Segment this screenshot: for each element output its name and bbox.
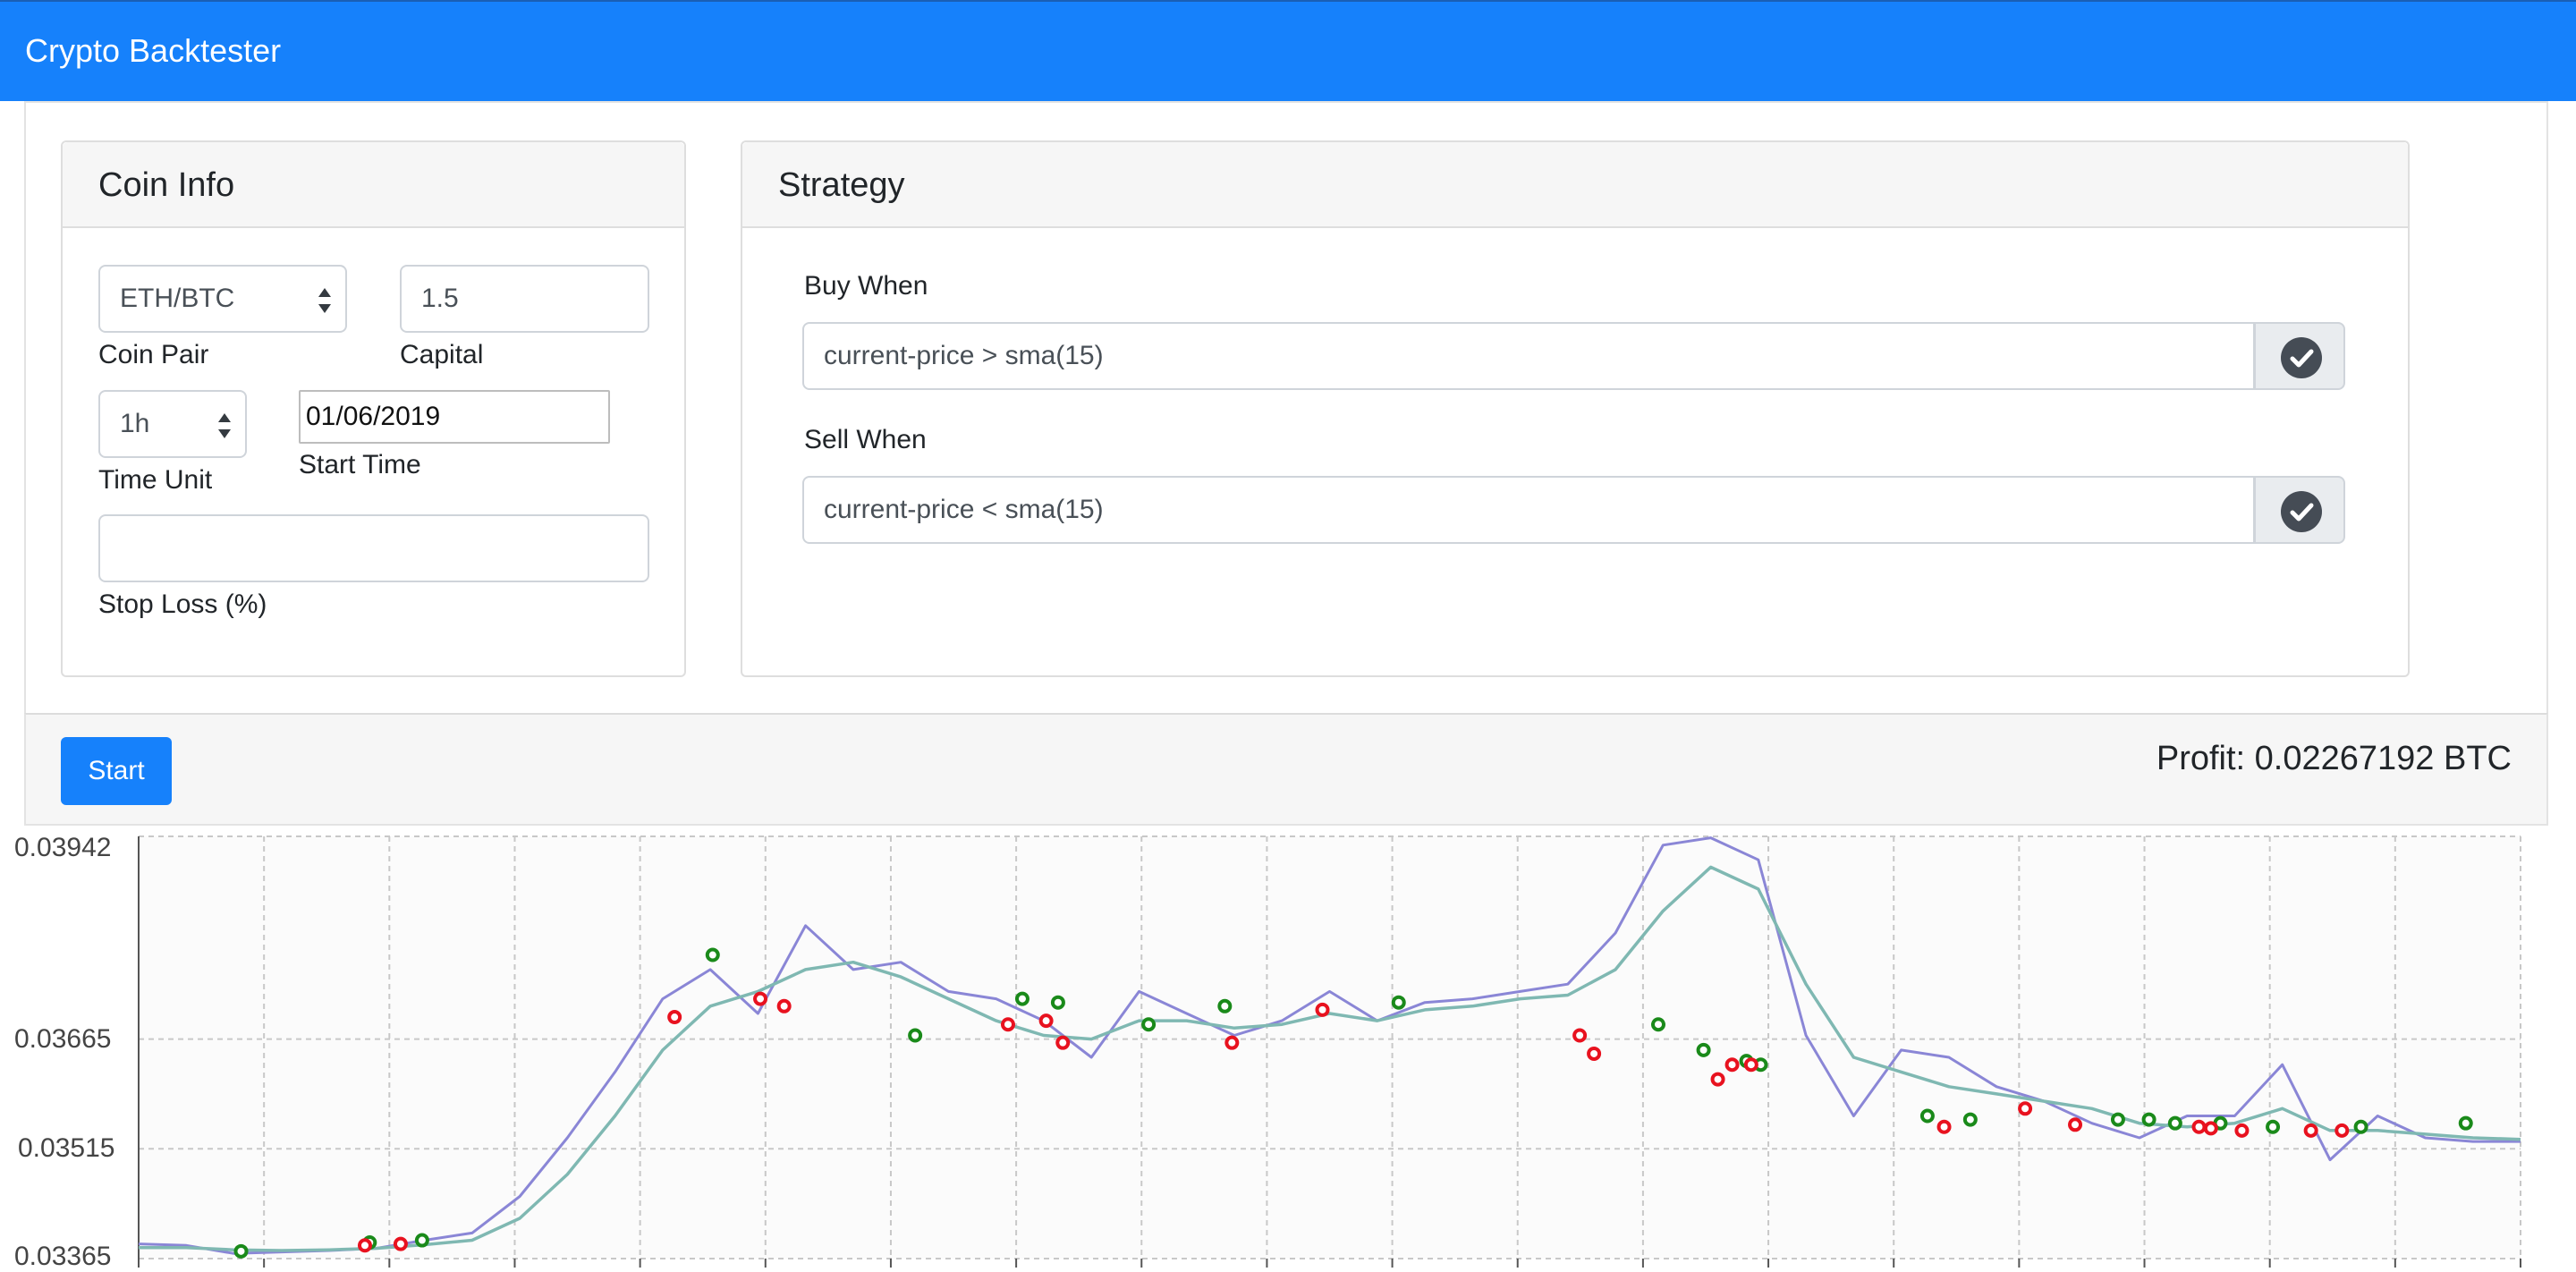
sell-signal-marker	[1038, 1013, 1054, 1029]
sell-signal-marker	[2203, 1121, 2218, 1136]
buy-signal-marker	[2110, 1112, 2125, 1127]
sell-signal-marker	[776, 998, 792, 1013]
sell-signal-marker	[1587, 1046, 1602, 1061]
start-time-input[interactable]: 01/06/2019	[299, 390, 610, 444]
start-time-value: 01/06/2019	[306, 402, 441, 431]
buy-signal-marker	[1050, 995, 1065, 1010]
buy-signal-marker	[1696, 1042, 1711, 1057]
sell-signal-marker	[1710, 1072, 1725, 1087]
buy-signal-marker	[1391, 995, 1406, 1010]
buy-signal-marker	[1650, 1017, 1665, 1032]
time-unit-label: Time Unit	[98, 465, 213, 495]
buy-condition-input[interactable]: current-price > sma(15)	[802, 322, 2255, 390]
sell-signal-marker	[1936, 1119, 1952, 1134]
buy-signal-marker	[2353, 1119, 2368, 1134]
check-circle-icon	[2281, 337, 2322, 378]
time-unit-value: 1h	[120, 409, 150, 438]
sell-signal-marker	[2234, 1123, 2250, 1138]
buy-signal-marker	[705, 947, 720, 962]
start-time-label: Start Time	[299, 450, 421, 479]
sell-signal-marker	[393, 1236, 408, 1251]
validate-sell-button[interactable]	[2254, 476, 2345, 544]
capital-label: Capital	[400, 340, 484, 369]
sell-signal-marker	[1724, 1057, 1740, 1073]
select-arrows-icon	[318, 288, 331, 313]
buy-signal-marker	[414, 1233, 429, 1248]
coin-info-title: Coin Info	[98, 166, 235, 204]
validate-buy-button[interactable]	[2254, 322, 2345, 390]
strategy-card: Strategy	[741, 140, 2410, 677]
sell-signal-marker	[2303, 1123, 2318, 1138]
sell-signal-marker	[1572, 1028, 1588, 1043]
sell-signal-marker	[667, 1010, 682, 1025]
buy-signal-marker	[2141, 1112, 2157, 1127]
buy-signal-marker	[1217, 998, 1233, 1013]
coin-pair-label: Coin Pair	[98, 340, 209, 369]
coin-pair-value: ETH/BTC	[120, 284, 235, 313]
app-title[interactable]: Crypto Backtester	[25, 29, 281, 73]
buy-signal-marker	[1919, 1108, 1935, 1124]
buy-condition-value: current-price > sma(15)	[824, 341, 1104, 370]
buy-signal-marker	[1962, 1112, 1978, 1127]
sell-signal-marker	[1224, 1035, 1240, 1050]
sell-condition-input[interactable]: current-price < sma(15)	[802, 476, 2255, 544]
sell-signal-marker	[357, 1238, 372, 1253]
sell-signal-marker	[2334, 1123, 2350, 1138]
stop-loss-label: Stop Loss (%)	[98, 589, 267, 619]
buy-signal-marker	[233, 1243, 249, 1259]
sell-signal-marker	[1743, 1057, 1758, 1073]
capital-value: 1.5	[421, 284, 459, 313]
buy-signal-marker	[1141, 1017, 1157, 1032]
strategy-title: Strategy	[778, 166, 905, 204]
sell-signal-marker	[2191, 1119, 2207, 1134]
sell-signal-marker	[1055, 1035, 1071, 1050]
buy-signal-marker	[1014, 991, 1030, 1006]
navbar: Crypto Backtester	[0, 0, 2576, 101]
sell-signal-marker	[1315, 1002, 1330, 1017]
chart-plot	[138, 835, 2521, 1268]
buy-signal-marker	[2458, 1115, 2473, 1131]
start-button[interactable]: Start	[61, 737, 172, 805]
buy-signal-marker	[2266, 1119, 2281, 1134]
sell-signal-marker	[1000, 1017, 1015, 1032]
sell-signal-marker	[2018, 1101, 2033, 1116]
stop-loss-input[interactable]	[98, 514, 649, 582]
strategy-header: Strategy	[742, 142, 2408, 228]
plot-area	[139, 836, 2521, 1259]
capital-input[interactable]: 1.5	[400, 265, 649, 333]
coin-info-header: Coin Info	[63, 142, 684, 228]
profit-readout: Profit: 0.02267192 BTC	[2156, 740, 2512, 777]
buy-when-label: Buy When	[804, 271, 928, 301]
price-chart: 0.03942 0.03665 0.03515 0.03365	[0, 827, 2576, 1272]
sell-condition-value: current-price < sma(15)	[824, 495, 1104, 524]
select-arrows-icon	[218, 413, 231, 438]
check-circle-icon	[2281, 491, 2322, 532]
sell-when-label: Sell When	[804, 425, 927, 454]
buy-signal-marker	[2167, 1115, 2182, 1131]
time-unit-select[interactable]: 1h	[98, 390, 247, 458]
buy-signal-marker	[908, 1028, 923, 1043]
sell-signal-marker	[2068, 1117, 2083, 1132]
coin-pair-select[interactable]: ETH/BTC	[98, 265, 347, 333]
sell-signal-marker	[753, 991, 768, 1006]
